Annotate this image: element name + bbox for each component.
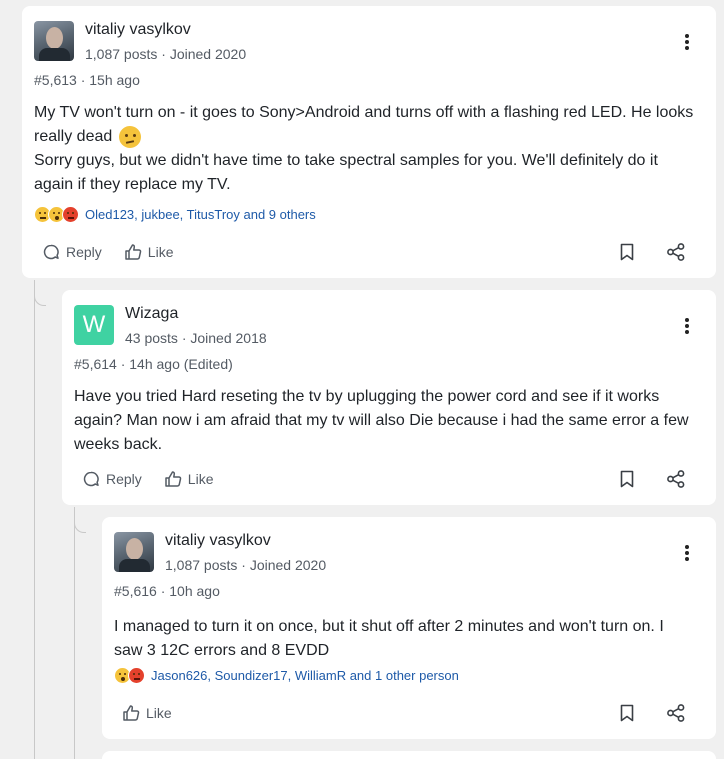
user-meta: 1,087 posts · Joined 2020 [85, 46, 247, 62]
post-actions: Reply Like [82, 467, 686, 491]
angry-reaction-icon [128, 667, 145, 684]
like-label: Like [147, 244, 174, 260]
reaction-users[interactable]: Jason626, Soundizer17, WilliamR and 1 ot… [151, 668, 459, 683]
post-content: My TV won't turn on - it goes to Sony>An… [34, 101, 694, 197]
more-options-icon[interactable] [682, 34, 692, 50]
thread-line-level1 [34, 280, 35, 759]
user-meta: 1,087 posts · Joined 2020 [165, 557, 327, 573]
thread-connector-2 [74, 513, 86, 533]
avatar[interactable] [114, 532, 154, 572]
share-icon[interactable] [666, 242, 686, 262]
confused-face-emoji-icon [118, 125, 141, 148]
bookmark-icon[interactable] [620, 704, 634, 722]
reply-button[interactable]: Reply [82, 470, 142, 488]
reply-icon [83, 471, 99, 487]
reactions-summary[interactable]: Jason626, Soundizer17, WilliamR and 1 ot… [114, 667, 459, 684]
like-label: Like [146, 705, 172, 721]
like-label: Like [187, 471, 214, 487]
bookmark-icon[interactable] [620, 470, 634, 488]
like-button[interactable]: Like [122, 704, 172, 722]
reply-label: Reply [66, 244, 102, 260]
thread-line-level2 [74, 507, 75, 759]
thumbs-up-icon [125, 244, 142, 260]
reply-label: Reply [106, 471, 142, 487]
post-card-5616: vitaliy vasylkov 1,087 posts · Joined 20… [102, 517, 716, 739]
share-icon[interactable] [666, 469, 686, 489]
username[interactable]: vitaliy vasylkov [165, 532, 271, 550]
post-id-timestamp[interactable]: #5,613 · 15h ago [34, 72, 140, 88]
post-content-line-2: Sorry guys, but we didn't have time to t… [34, 152, 658, 193]
like-button[interactable]: Like [124, 243, 174, 261]
more-options-icon[interactable] [682, 545, 692, 561]
reactions-summary[interactable]: Oled123, jukbee, TitusTroy and 9 others [34, 206, 316, 223]
username[interactable]: vitaliy vasylkov [85, 21, 191, 39]
post-content: Have you tried Hard reseting the tv by u… [74, 388, 689, 453]
post-card-5613: vitaliy vasylkov 1,087 posts · Joined 20… [22, 6, 716, 278]
thumbs-up-icon [123, 705, 140, 721]
post-actions: Reply Like [42, 240, 686, 264]
thumbs-up-icon [165, 471, 182, 487]
share-icon[interactable] [666, 703, 686, 723]
thread-connector-1 [34, 286, 46, 306]
post-card-next [102, 751, 716, 759]
post-id-timestamp[interactable]: #5,614 · 14h ago (Edited) [74, 356, 233, 372]
user-meta: 43 posts · Joined 2018 [125, 330, 267, 346]
reply-button[interactable]: Reply [42, 243, 102, 261]
like-button[interactable]: Like [164, 470, 214, 488]
username[interactable]: Wizaga [125, 305, 178, 323]
post-actions: Like [122, 701, 686, 725]
more-options-icon[interactable] [682, 318, 692, 334]
reaction-users[interactable]: Oled123, jukbee, TitusTroy and 9 others [85, 207, 316, 222]
avatar[interactable]: W [74, 305, 114, 345]
post-card-5614: W Wizaga 43 posts · Joined 2018 #5,614 ·… [62, 290, 716, 505]
reply-icon [43, 244, 59, 260]
post-id-timestamp[interactable]: #5,616 · 10h ago [114, 583, 220, 599]
post-content: I managed to turn it on once, but it shu… [114, 618, 664, 659]
avatar[interactable] [34, 21, 74, 61]
angry-reaction-icon [62, 206, 79, 223]
bookmark-icon[interactable] [620, 243, 634, 261]
